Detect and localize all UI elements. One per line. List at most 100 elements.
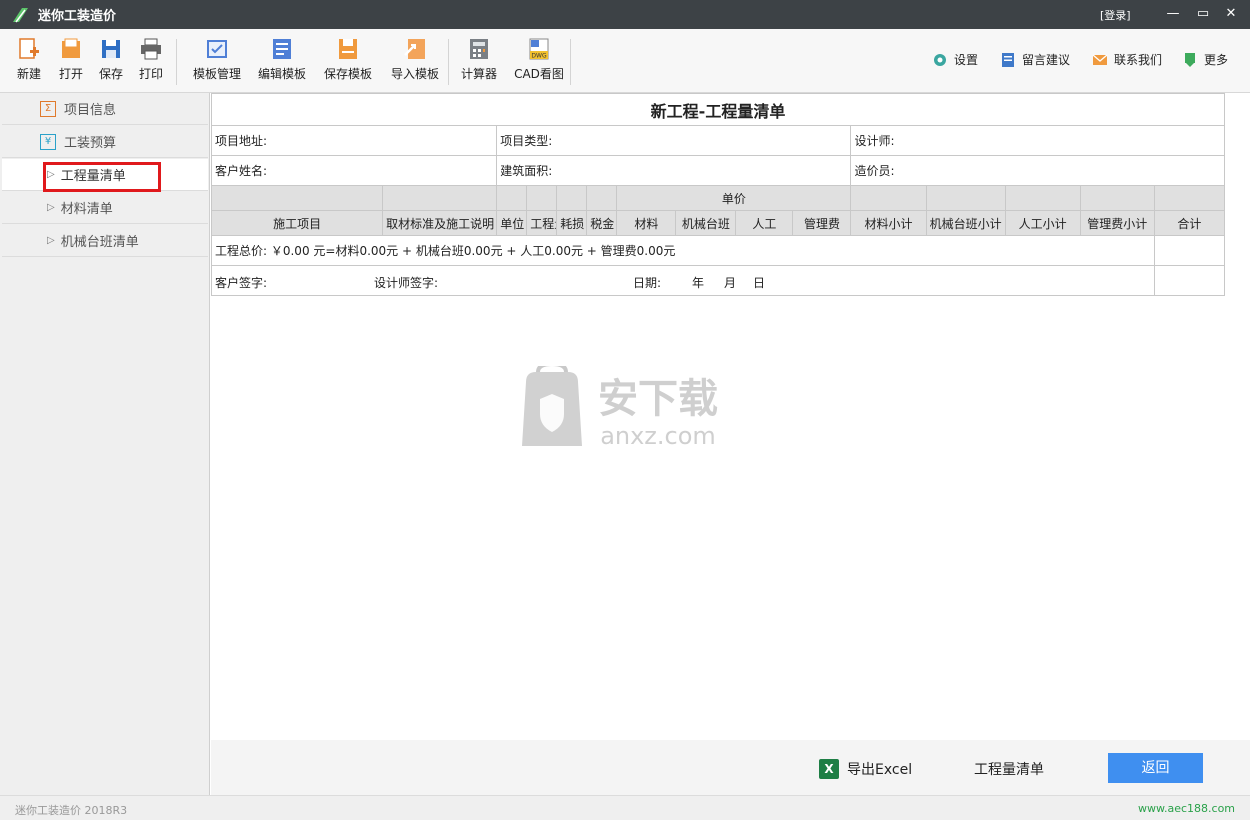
quantity-table: 新工程-工程量清单 项目地址: 项目类型: 设计师: 客户姓名: 建筑面积: 造… [210,93,1226,296]
template-import-icon [404,39,425,59]
sidebar-item-machinery-list[interactable]: ▷ 机械台班清单 [2,225,208,257]
table-header-cell [850,185,927,211]
unit-price-header: 单价 [616,185,852,211]
new-label: 新建 [16,67,41,81]
month-label: 月 [724,275,737,290]
column-header: 施工项目 [210,210,384,236]
more-button[interactable]: 更多 [1182,51,1228,68]
template-save-icon [339,39,357,59]
chevron-right-icon: ▷ [47,202,55,213]
column-header: 人工小计 [1004,210,1081,236]
template-edit-button[interactable]: 编辑模板 [257,37,307,82]
login-link[interactable]: [登录] [1100,7,1131,23]
export-excel-button[interactable]: X 导出Excel [819,759,912,779]
open-label: 打开 [58,67,83,81]
app-logo-icon [13,7,28,22]
shield-bag-icon: 安下载 anxz.com [522,361,718,450]
template-save-label: 保存模板 [323,67,372,81]
project-type-field[interactable]: 项目类型: [496,125,852,156]
sidebar-item-project-info[interactable]: Σ 项目信息 [2,93,208,125]
project-address-field[interactable]: 项目地址: [210,125,498,156]
template-manage-button[interactable]: 模板管理 [192,37,242,82]
template-import-button[interactable]: 导入模板 [390,37,440,82]
sidebar-item-label: 材料清单 [60,202,113,217]
designer-signature-label: 设计师签字: [374,275,439,290]
open-folder-icon [62,38,80,58]
print-button[interactable]: 打印 [137,37,165,82]
client-signature-label: 客户签字: [215,275,268,290]
signature-total-cell [1153,265,1226,296]
title-bar: 迷你工装造价 [登录] — ▭ ✕ [0,0,1250,29]
column-header: 材料小计 [850,210,927,236]
cad-viewer-label: CAD看图 [514,67,564,81]
column-header: 机械台班小计 [925,210,1006,236]
cad-viewer-button[interactable]: DWG CAD看图 [512,37,566,82]
dwg-file-icon: DWG [529,38,549,60]
toolbar-divider [570,39,571,85]
quantity-list-button[interactable]: 工程量清单 [974,759,1044,779]
total-cell [1153,235,1226,266]
table-header-cell [556,185,588,211]
building-area-field[interactable]: 建筑面积: [496,155,852,186]
column-header: 税金 [586,210,618,236]
table-header-cell [925,185,1006,211]
back-button[interactable]: 返回 [1108,753,1203,783]
sigma-icon: Σ [40,100,56,117]
client-name-field[interactable]: 客户姓名: [210,155,498,186]
excel-icon: X [819,759,839,779]
contact-button[interactable]: 联系我们 [1092,51,1162,68]
more-icon [1185,52,1195,67]
save-button[interactable]: 保存 [97,37,125,82]
column-header: 取材标准及施工说明 [382,210,498,236]
toolbar: 新建 打开 保存 打印 模板管理 编辑模板 保存模板 导入模板 计算器 DWG … [0,29,1250,93]
save-disk-icon [102,40,120,58]
feedback-label: 留言建议 [1022,53,1071,67]
sidebar-item-budget[interactable]: ¥ 工装预算 [2,126,208,158]
print-label: 打印 [138,67,163,81]
template-manage-icon [207,40,227,58]
watermark-text-cn: 安下载 [598,376,718,422]
more-label: 更多 [1204,53,1229,67]
contact-label: 联系我们 [1114,53,1163,67]
minimize-icon[interactable]: — [1163,5,1183,23]
new-button[interactable]: 新建 [15,37,43,82]
svg-text:DWG: DWG [531,53,547,60]
website-link[interactable]: www.aec188.com [1138,802,1235,815]
table-header-cell [1004,185,1081,211]
designer-field[interactable]: 设计师: [850,125,1225,156]
open-button[interactable]: 打开 [57,37,85,82]
feedback-icon [1002,52,1014,67]
column-header: 管理费小计 [1079,210,1155,236]
column-header: 材料 [616,210,677,236]
maximize-icon[interactable]: ▭ [1193,5,1213,23]
template-import-label: 导入模板 [390,67,439,81]
printer-icon [141,38,161,60]
table-header-cell [210,185,384,211]
column-header: 耗损 [556,210,588,236]
settings-button[interactable]: 设置 [932,51,978,68]
signature-row: 客户签字: 设计师签字: 日期: 年 月 日 [211,265,1155,296]
cost-engineer-field[interactable]: 造价员: [850,155,1225,186]
template-save-button[interactable]: 保存模板 [323,37,373,82]
export-excel-label: 导出Excel [847,762,913,778]
action-bar: X 导出Excel 工程量清单 返回 [211,740,1250,795]
sidebar-item-label: 机械台班清单 [60,235,139,250]
date-label: 日期: [633,275,662,290]
save-label: 保存 [98,67,123,81]
window-title: 迷你工装造价 [38,9,117,24]
close-icon[interactable]: ✕ [1221,5,1241,23]
column-header: 工程量 [526,210,558,236]
watermark-text-en: anxz.com [600,422,716,450]
new-file-icon [19,38,39,59]
table-header-cell [382,185,498,211]
year-label: 年 [692,275,705,290]
settings-label: 设置 [954,53,979,67]
table-header-cell [496,185,528,211]
day-label: 日 [753,275,766,290]
sidebar-item-material-list[interactable]: ▷ 材料清单 [2,192,208,224]
calculator-button[interactable]: 计算器 [460,37,498,82]
template-edit-icon [273,39,291,59]
feedback-button[interactable]: 留言建议 [1000,51,1070,68]
sheet-title: 新工程-工程量清单 [211,93,1225,126]
table-header-cell [1079,185,1155,211]
